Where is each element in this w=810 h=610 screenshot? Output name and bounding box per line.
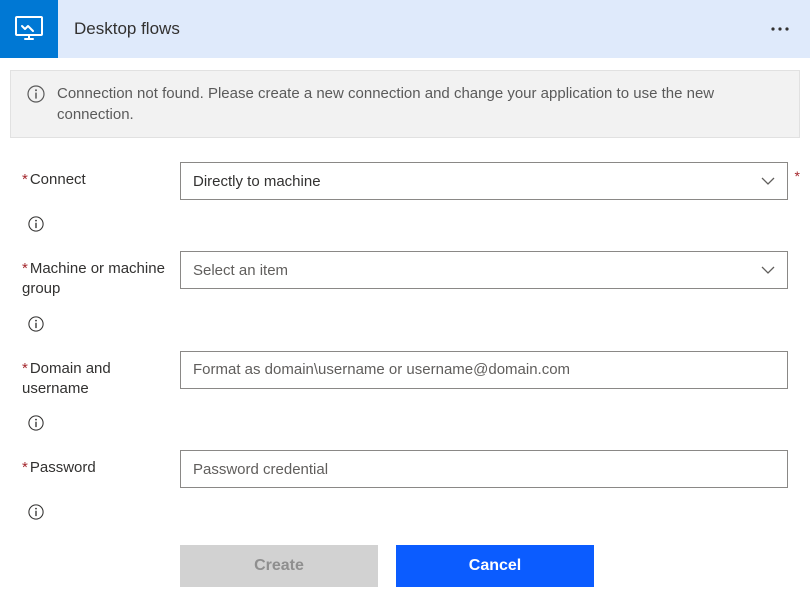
password-input[interactable]	[180, 450, 788, 488]
machine-select[interactable]: Select an item	[180, 251, 788, 289]
create-button[interactable]: Create	[180, 545, 378, 587]
domain-username-input[interactable]	[180, 351, 788, 389]
dialog-title: Desktop flows	[58, 19, 750, 39]
connect-value: Directly to machine	[193, 173, 321, 190]
dialog-header: Desktop flows	[0, 0, 810, 58]
connect-label: *Connect	[22, 162, 180, 190]
domain-username-label: *Domain and username	[22, 351, 180, 400]
alert-text: Connection not found. Please create a ne…	[57, 83, 783, 125]
connection-not-found-alert: Connection not found. Please create a ne…	[10, 70, 800, 138]
desktop-flows-app-icon	[0, 0, 58, 58]
info-icon[interactable]	[28, 219, 44, 235]
info-icon[interactable]	[28, 418, 44, 434]
machine-placeholder: Select an item	[193, 262, 288, 279]
machine-label: *Machine or machine group	[22, 251, 180, 300]
info-icon[interactable]	[28, 507, 44, 523]
connect-select[interactable]: Directly to machine	[180, 162, 788, 200]
password-label: *Password	[22, 450, 180, 478]
info-icon	[27, 85, 45, 106]
cancel-button[interactable]: Cancel	[396, 545, 594, 587]
info-icon[interactable]	[28, 319, 44, 335]
chevron-down-icon	[761, 173, 775, 190]
connection-form: *Connect Directly to machine * *Machine …	[0, 138, 810, 587]
more-options-button[interactable]	[750, 26, 810, 32]
chevron-down-icon	[761, 262, 775, 279]
required-indicator: *	[795, 168, 800, 184]
